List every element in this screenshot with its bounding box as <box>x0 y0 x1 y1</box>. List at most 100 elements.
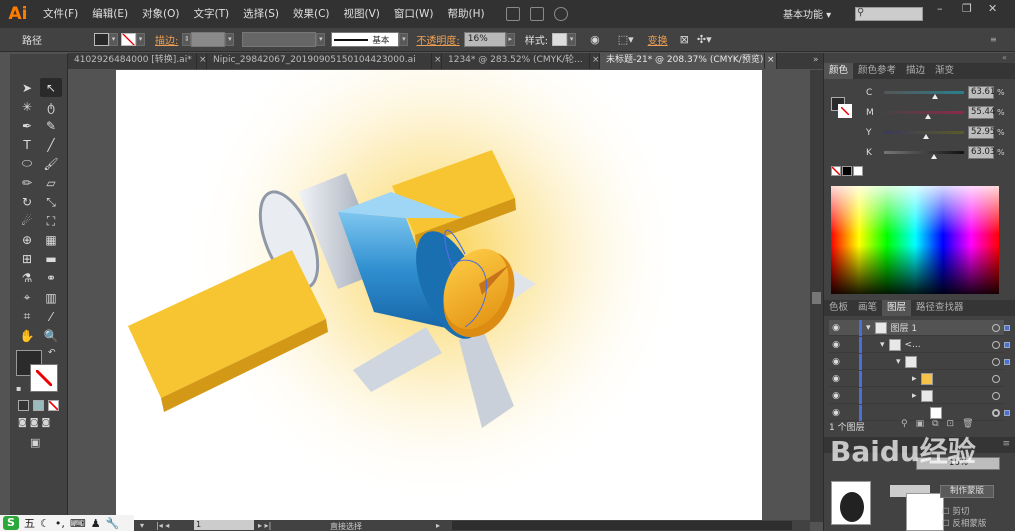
tab-gradient[interactable]: 渐变 <box>930 63 959 79</box>
black-value-field[interactable]: 63.03 <box>968 146 995 159</box>
black-slider[interactable] <box>884 151 964 159</box>
visibility-eye-icon[interactable]: ◉ <box>829 357 843 367</box>
ime-user-icon[interactable]: ♟ <box>91 517 101 530</box>
tab-pathfinder[interactable]: 路径查找器 <box>911 300 969 316</box>
gradient-mode-icon[interactable] <box>33 400 44 411</box>
selection-tool-icon[interactable]: ➤ <box>16 78 38 97</box>
gradient-tool-icon[interactable]: ▬ <box>40 250 62 269</box>
selection-indicator[interactable] <box>1004 324 1010 331</box>
stroke-dropdown[interactable]: ▾ <box>136 33 145 46</box>
visibility-eye-icon[interactable]: ◉ <box>829 374 843 384</box>
tab-brushes[interactable]: 画笔 <box>853 300 882 316</box>
screen-mode-icon[interactable]: ▣ <box>30 436 40 449</box>
brush-dropdown[interactable]: ▾ <box>399 33 409 46</box>
stroke-swatch[interactable] <box>121 33 136 46</box>
brush-definition[interactable]: 基本 <box>331 32 400 47</box>
magenta-slider-knob[interactable] <box>925 114 931 119</box>
panel-menu-icon[interactable]: ≡ <box>1002 439 1010 449</box>
next-artboard-icon[interactable]: ▸ ▸| <box>258 521 271 530</box>
menu-effect[interactable]: 效果(C) <box>286 0 337 28</box>
target-circle-icon[interactable] <box>992 323 1000 332</box>
magenta-slider[interactable] <box>884 111 964 119</box>
menu-view[interactable]: 视图(V) <box>337 0 387 28</box>
gpu-performance-icon[interactable] <box>553 7 568 21</box>
color-mode-icon[interactable] <box>18 400 29 411</box>
align-to-icon[interactable]: ⬚▾ <box>618 33 634 46</box>
ime-punctuation-icon[interactable]: •, <box>55 517 65 530</box>
menu-window[interactable]: 窗口(W) <box>387 0 441 28</box>
layer-name[interactable]: 图层 1 <box>891 321 918 334</box>
ime-keyboard-icon[interactable]: ⌨ <box>70 517 86 530</box>
menu-file[interactable]: 文件(F) <box>36 0 85 28</box>
invert-mask-checkbox[interactable]: ☐ 反相蒙版 <box>942 517 986 529</box>
none-mode-icon[interactable] <box>48 400 59 411</box>
layer-row[interactable]: ◉ ▸ <box>829 387 1004 404</box>
graphic-style-swatch[interactable] <box>552 33 568 46</box>
arrange-documents-icon[interactable] <box>529 7 544 21</box>
scale-tool-icon[interactable]: ⤡ <box>40 193 62 212</box>
close-button[interactable]: ✕ <box>988 2 997 15</box>
zoom-tool-icon[interactable]: 🔍 <box>40 326 62 345</box>
zoom-dropdown[interactable]: ▾ <box>140 521 144 530</box>
tab-color-guide[interactable]: 颜色参考 <box>853 63 901 79</box>
expand-arrow-icon[interactable]: ▸ <box>912 391 917 401</box>
help-search-input[interactable] <box>855 7 923 21</box>
symbol-sprayer-tool-icon[interactable]: ⌖ <box>16 288 38 307</box>
line-tool-icon[interactable]: ╱ <box>40 135 62 154</box>
doc-tab-1[interactable]: 4102926484000 [转换].ai* <box>68 53 197 69</box>
eraser-tool-icon[interactable]: ▱ <box>40 173 62 192</box>
recolor-icon[interactable]: ◉ <box>590 33 600 46</box>
panel-collapse-icon[interactable]: « <box>1002 53 1007 62</box>
vertical-scrollbar-thumb[interactable] <box>812 292 821 304</box>
locate-object-icon[interactable]: ⚲ <box>901 419 908 429</box>
new-layer-icon[interactable]: ⊡ <box>947 419 955 429</box>
target-circle-icon[interactable] <box>992 391 1000 400</box>
clip-checkbox[interactable]: ☐ 剪切 <box>942 505 969 517</box>
lasso-tool-icon[interactable]: ტ <box>40 97 62 116</box>
control-bar-menu-icon[interactable]: ≡ <box>990 35 997 44</box>
magenta-value-field[interactable]: 55.44 <box>968 106 995 119</box>
doc-tab-2[interactable]: Nipic_29842067_20190905150104423000.ai <box>207 53 432 69</box>
status-menu-icon[interactable]: ▸ <box>436 521 440 530</box>
profile-dropdown[interactable]: ▾ <box>316 33 326 46</box>
white-color-swatch[interactable] <box>853 166 863 176</box>
tab-stroke[interactable]: 描边 <box>901 63 930 79</box>
perspective-grid-tool-icon[interactable]: ▦ <box>40 231 62 250</box>
slice-tool-icon[interactable]: ⁄ <box>40 307 62 326</box>
target-circle-icon[interactable] <box>992 408 1000 417</box>
tab-swatches[interactable]: 色板 <box>824 300 853 316</box>
expand-arrow-icon[interactable]: ▸ <box>912 374 917 384</box>
layer-row[interactable]: ◉ ▾ <box>829 353 1010 370</box>
variable-width-profile[interactable] <box>242 32 317 47</box>
yellow-slider-knob[interactable] <box>923 134 930 139</box>
color-panel-stroke-swatch[interactable] <box>838 104 852 118</box>
ime-settings-icon[interactable]: 🔧 <box>106 517 120 530</box>
opacity-field[interactable]: 16% <box>463 32 506 47</box>
isolate-icon[interactable]: ⊠ <box>680 33 689 46</box>
doc-tab-4[interactable]: 未标题-21* @ 208.37% (CMYK/预览) <box>600 53 765 69</box>
expand-arrow-icon[interactable]: ▾ <box>880 340 885 350</box>
yellow-value-field[interactable]: 52.95 <box>968 126 995 139</box>
delete-layer-icon[interactable]: 🗑 <box>962 419 973 429</box>
draw-inside-icon[interactable]: ◙ <box>41 418 50 428</box>
column-graph-tool-icon[interactable]: ▥ <box>40 288 62 307</box>
workspace-switcher[interactable]: 基本功能 ▾ <box>783 6 831 21</box>
black-slider-knob[interactable] <box>931 154 938 159</box>
warp-tool-icon[interactable]: ☄ <box>16 212 38 231</box>
magic-wand-tool-icon[interactable]: ✳ <box>16 97 38 116</box>
menu-help[interactable]: 帮助(H) <box>441 0 492 28</box>
expand-arrow-icon[interactable]: ▾ <box>896 357 901 367</box>
artboard-number-field[interactable]: 1 <box>194 520 254 530</box>
curvature-tool-icon[interactable]: ✎ <box>40 116 62 135</box>
visibility-eye-icon[interactable]: ◉ <box>829 323 843 333</box>
shape-builder-tool-icon[interactable]: ⊕ <box>16 231 38 250</box>
stroke-weight-stepper[interactable]: ⇕ <box>182 33 192 46</box>
mesh-tool-icon[interactable]: ⊞ <box>16 250 38 269</box>
menu-object[interactable]: 对象(O) <box>135 0 186 28</box>
stroke-weight-field[interactable] <box>191 32 226 47</box>
blend-tool-icon[interactable]: ⚭ <box>40 269 62 288</box>
transform-link[interactable]: 变换 <box>648 32 668 47</box>
target-circle-icon[interactable] <box>992 340 1000 349</box>
artboard-tool-icon[interactable]: ⌗ <box>16 307 38 326</box>
first-artboard-icon[interactable]: |◂ ◂ <box>156 521 169 530</box>
